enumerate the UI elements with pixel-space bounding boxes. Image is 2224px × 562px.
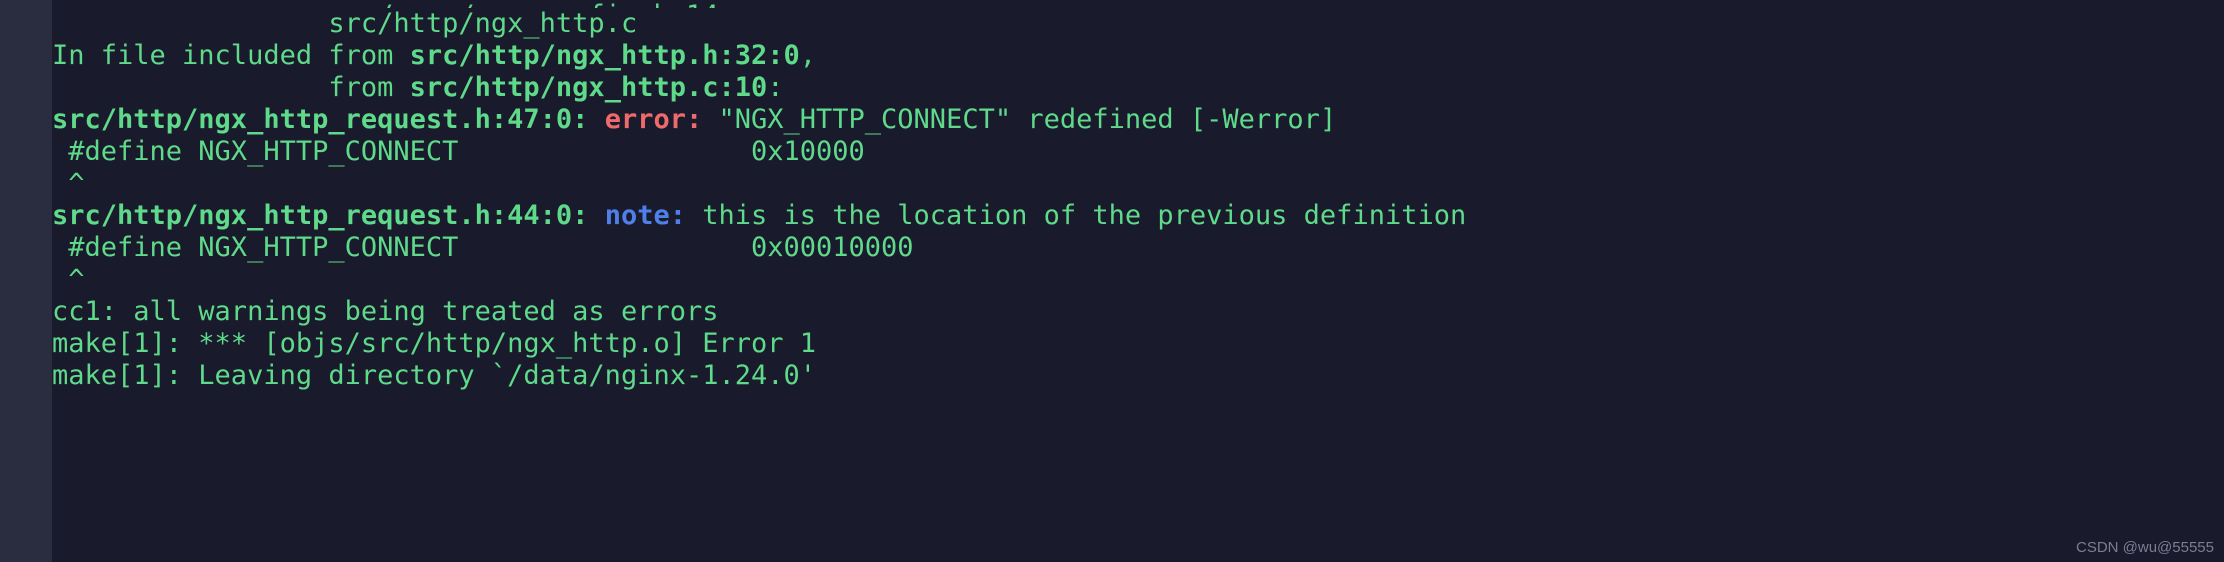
- line-caret-47: ^: [52, 168, 2224, 200]
- line-clipped-top-seg-0: src/core/ngx_config.h:14,: [52, 0, 734, 8]
- line-error-redefined-seg-0: src/http/ngx_http_request.h:47:0:: [52, 104, 605, 135]
- line-from-ngx-http-c-seg-0: from: [52, 72, 410, 103]
- line-error-redefined-seg-1: error:: [604, 104, 703, 135]
- line-define-connect-44-seg-0: #define NGX_HTTP_CONNECT 0x00010000: [52, 232, 914, 263]
- line-make-leaving-directory-seg-0: make[1]: Leaving directory `/data/nginx-…: [52, 360, 817, 391]
- line-caret-44: ^: [52, 264, 2224, 296]
- line-error-redefined-seg-2: "NGX_HTTP_CONNECT" redefined [-Werror]: [702, 104, 1337, 135]
- line-in-file-included-from-seg-2: ,: [799, 40, 817, 71]
- line-error-redefined: src/http/ngx_http_request.h:47:0: error:…: [52, 104, 2224, 136]
- line-define-connect-47: #define NGX_HTTP_CONNECT 0x10000: [52, 136, 2224, 168]
- line-src-ngx-http-c: src/http/ngx_http.c: [52, 8, 2224, 40]
- line-note-previous-definition-seg-2: this is the location of the previous def…: [685, 200, 1467, 231]
- line-make-leaving-directory: make[1]: Leaving directory `/data/nginx-…: [52, 360, 2224, 392]
- terminal-window: src/core/ngx_config.h:14, src/http/ngx_h…: [0, 0, 2224, 562]
- line-define-connect-44: #define NGX_HTTP_CONNECT 0x00010000: [52, 232, 2224, 264]
- line-note-previous-definition: src/http/ngx_http_request.h:44:0: note: …: [52, 200, 2224, 232]
- line-in-file-included-from-seg-0: In file included from: [52, 40, 410, 71]
- line-from-ngx-http-c-seg-1: src/http/ngx_http.c:10: [409, 72, 768, 103]
- line-define-connect-47-seg-0: #define NGX_HTTP_CONNECT 0x10000: [52, 136, 865, 167]
- line-in-file-included-from: In file included from src/http/ngx_http.…: [52, 40, 2224, 72]
- line-src-ngx-http-c-seg-0: src/http/ngx_http.c: [52, 8, 638, 39]
- terminal-output-console[interactable]: src/core/ngx_config.h:14, src/http/ngx_h…: [52, 0, 2224, 562]
- csdn-watermark: CSDN @wu@55555: [2075, 539, 2214, 556]
- line-from-ngx-http-c: from src/http/ngx_http.c:10:: [52, 72, 2224, 104]
- line-from-ngx-http-c-seg-2: :: [767, 72, 784, 103]
- line-make-error-1: make[1]: *** [objs/src/http/ngx_http.o] …: [52, 328, 2224, 360]
- line-make-error-1-seg-0: make[1]: *** [objs/src/http/ngx_http.o] …: [52, 328, 817, 359]
- line-cc1-warnings: cc1: all warnings being treated as error…: [52, 296, 2224, 328]
- line-clipped-top: src/core/ngx_config.h:14,: [52, 0, 2224, 8]
- terminal-left-gutter: [0, 0, 52, 562]
- line-note-previous-definition-seg-0: src/http/ngx_http_request.h:44:0:: [52, 200, 605, 231]
- line-caret-44-seg-0: ^: [52, 264, 85, 295]
- line-note-previous-definition-seg-1: note:: [604, 200, 686, 231]
- line-in-file-included-from-seg-1: src/http/ngx_http.h:32:0: [409, 40, 800, 71]
- line-caret-47-seg-0: ^: [52, 168, 85, 199]
- line-cc1-warnings-seg-0: cc1: all warnings being treated as error…: [52, 296, 719, 327]
